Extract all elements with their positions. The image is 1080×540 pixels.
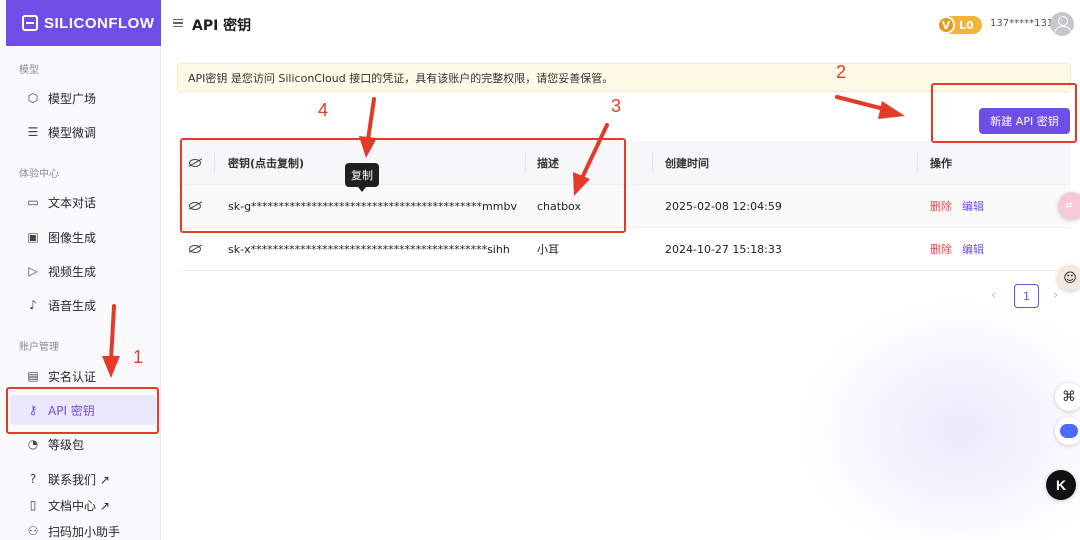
notice-text: API密钥 是您访问 SiliconCloud 接口的凭证，具有该账户的完整权限… <box>188 71 614 85</box>
toggle-visibility[interactable] <box>189 228 201 270</box>
section-model: 模型 <box>19 65 39 76</box>
delete-link[interactable]: 删除 <box>930 198 952 214</box>
vip-icon: V <box>937 16 955 34</box>
sidebar-item-label: 模型微调 <box>48 125 97 140</box>
id-card-icon: ▤ <box>27 369 39 383</box>
sidebar-item-label: 视频生成 <box>48 264 97 279</box>
sidebar-item-label: 扫码加小助手 <box>48 524 121 539</box>
pagination-page[interactable]: 1 <box>1014 284 1039 308</box>
vip-level-badge[interactable]: V L0 <box>937 16 982 34</box>
chat-bot-widget[interactable] <box>1055 417 1080 445</box>
sidebar-item-image-gen[interactable]: ▣ 图像生成 <box>26 228 96 246</box>
apps-widget[interactable]: ⌘ <box>1055 383 1080 411</box>
background-glow <box>800 300 1080 540</box>
annotation-arrow-2 <box>835 95 905 119</box>
sidebar-item-voice-gen[interactable]: ♪ 语音生成 <box>26 296 96 314</box>
annotation-number-1: 1 <box>133 347 144 367</box>
sliders-icon: ☰ <box>27 125 39 139</box>
key-created-time: 2025-02-08 12:04:59 <box>665 199 782 213</box>
sidebar-item-label: 等级包 <box>48 437 85 452</box>
section-account: 账户管理 <box>19 342 59 353</box>
sidebar-item-label: 图像生成 <box>48 230 97 245</box>
mic-icon: ♪ <box>29 298 37 312</box>
sidebar: SILICONFLOW 模型 ⬡ 模型广场 ☰ 模型微调 体验中心 ▭ 文本对话… <box>0 0 161 540</box>
level-text: L0 <box>959 18 974 32</box>
image-icon: ▣ <box>27 230 39 244</box>
section-experience: 体验中心 <box>19 169 59 180</box>
sidebar-item-label: 联系我们 ↗ <box>48 472 110 487</box>
row-actions: 删除 编辑 <box>930 185 984 227</box>
cube-icon: ⬡ <box>27 91 39 105</box>
brand-logo[interactable]: SILICONFLOW <box>6 0 161 46</box>
column-divider <box>652 153 653 173</box>
row-actions: 删除 编辑 <box>930 228 984 270</box>
eye-off-icon <box>189 245 201 253</box>
sidebar-item-label: 语音生成 <box>48 298 97 313</box>
logo-icon <box>22 15 38 31</box>
edit-link[interactable]: 编辑 <box>962 198 984 214</box>
key-description: 小耳 <box>537 243 559 256</box>
assistant-avatar-widget[interactable]: ☺ <box>1057 265 1080 291</box>
avatar[interactable] <box>1050 12 1074 36</box>
bot-icon <box>1060 424 1078 438</box>
header-ops: 操作 <box>930 156 952 170</box>
people-icon: ⚇ <box>27 524 39 538</box>
k-logo-icon: K <box>1055 477 1067 493</box>
annotation-box-3 <box>180 138 626 233</box>
gauge-icon: ◔ <box>27 437 39 451</box>
collapse-menu-icon[interactable] <box>173 19 183 27</box>
annotation-box-1 <box>6 387 159 434</box>
table-row: sk-x************************************… <box>177 228 1071 271</box>
annotation-number-4: 4 <box>318 100 329 120</box>
edit-link[interactable]: 编辑 <box>962 241 984 257</box>
chat-icon: ▭ <box>27 195 39 209</box>
annotation-number-2: 2 <box>836 62 847 82</box>
sidebar-item-text-chat[interactable]: ▭ 文本对话 <box>26 193 96 211</box>
video-icon: ▷ <box>28 264 38 278</box>
user-phone[interactable]: 137*****131 <box>990 18 1053 29</box>
annotation-box-2 <box>931 83 1077 143</box>
grid-icon: ⌘ <box>1062 389 1076 405</box>
api-key-value[interactable]: sk-x************************************… <box>228 228 510 270</box>
sidebar-item-label: 模型广场 <box>48 91 97 106</box>
sidebar-item-assistant[interactable]: ⚇ 扫码加小助手 <box>26 522 120 540</box>
assistant-face-icon: ☺ <box>1063 270 1077 286</box>
translate-widget[interactable]: ⇄ <box>1058 192 1080 220</box>
sidebar-item-docs[interactable]: ▯ 文档中心 ↗ <box>26 496 110 514</box>
sidebar-item-video-gen[interactable]: ▷ 视频生成 <box>26 262 96 280</box>
sidebar-item-level-pack[interactable]: ◔ 等级包 <box>26 435 84 453</box>
pagination-next[interactable]: › <box>1053 288 1058 303</box>
sidebar-item-label: 文本对话 <box>48 195 97 210</box>
translate-icon: ⇄ <box>1065 201 1073 211</box>
sidebar-item-model-square[interactable]: ⬡ 模型广场 <box>26 89 96 107</box>
page-title: API 密钥 <box>192 18 252 34</box>
k-widget[interactable]: K <box>1046 470 1076 500</box>
column-divider <box>917 153 918 173</box>
doc-icon: ▯ <box>29 498 37 512</box>
sidebar-item-fine-tune[interactable]: ☰ 模型微调 <box>26 123 96 141</box>
sidebar-item-label: 实名认证 <box>48 369 97 384</box>
sidebar-item-label: 文档中心 ↗ <box>48 498 110 513</box>
pagination-prev[interactable]: ‹ <box>991 288 996 303</box>
header: API 密钥 V L0 137*****131 <box>161 0 1080 50</box>
help-icon: ? <box>29 472 37 486</box>
delete-link[interactable]: 删除 <box>930 241 952 257</box>
sidebar-item-verification[interactable]: ▤ 实名认证 <box>26 367 96 385</box>
brand-name: SILICONFLOW <box>44 14 155 32</box>
header-created: 创建时间 <box>665 156 709 170</box>
annotation-number-3: 3 <box>611 96 622 116</box>
sidebar-item-contact[interactable]: ? 联系我们 ↗ <box>26 470 110 488</box>
key-created-time: 2024-10-27 15:18:33 <box>665 242 782 256</box>
